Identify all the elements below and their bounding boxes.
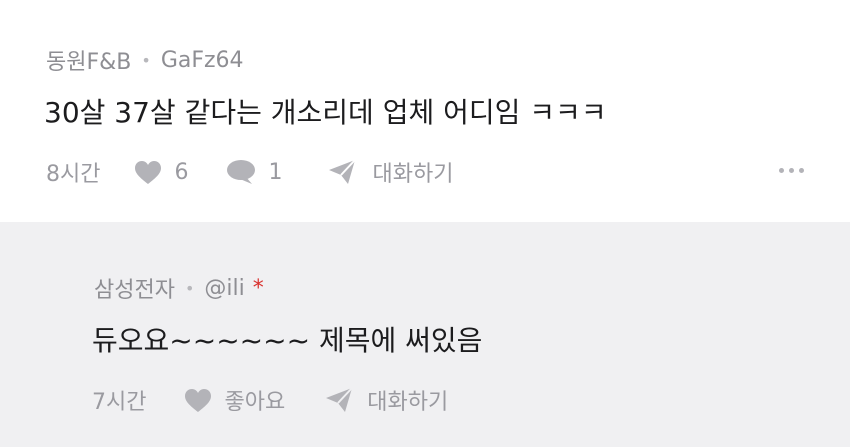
reply-text: 듀오요~~~~~~ 제목에 써있음 [92,324,483,357]
comment-author-line: 동원F&B • GaFz64 [46,44,244,76]
more-options-button[interactable] [779,168,804,173]
heart-icon [135,160,162,184]
reply-count: 1 [268,159,283,185]
reply-author-name[interactable]: @ili [204,276,244,301]
speech-bubble-icon [227,160,256,184]
like-button[interactable]: 좋아요 [184,384,285,416]
paper-plane-icon [326,387,353,412]
reply-actions: 7시간 좋아요 대화하기 [92,384,448,416]
start-conversation-label: 대화하기 [372,162,454,187]
comment-author-org[interactable]: 동원F&B [46,44,131,76]
start-conversation-button[interactable]: 대화하기 [325,384,448,416]
reply-author-org[interactable]: 삼성전자 [94,272,175,304]
more-dots-icon [779,168,784,173]
author-badge: * [252,275,264,301]
heart-icon [185,388,212,412]
comment-text: 30살 37살 같다는 개소리데 업체 어디임 ㅋㅋㅋ [44,96,607,129]
comment-card: 동원F&B • GaFz64 30살 37살 같다는 개소리데 업체 어디임 ㅋ… [0,0,850,222]
reply-card: 삼성전자 • @ili * 듀오요~~~~~~ 제목에 써있음 7시간 좋아요 … [0,222,850,447]
comment-author-name[interactable]: GaFz64 [161,48,244,73]
start-conversation-button[interactable]: 대화하기 [328,156,453,188]
separator-dot: • [141,50,151,70]
like-label: 좋아요 [224,390,286,415]
like-count: 6 [174,159,189,185]
replies-button[interactable]: 1 [226,159,282,185]
comment-time: 8시간 [46,162,101,187]
reply-author-line: 삼성전자 • @ili * [94,272,264,304]
start-conversation-label: 대화하기 [367,390,449,415]
comment-actions: 8시간 6 1 대화하기 [46,156,453,188]
paper-plane-icon [329,159,357,184]
separator-dot: • [184,278,195,298]
like-button[interactable]: 6 [134,160,188,185]
reply-time: 7시간 [92,390,147,415]
